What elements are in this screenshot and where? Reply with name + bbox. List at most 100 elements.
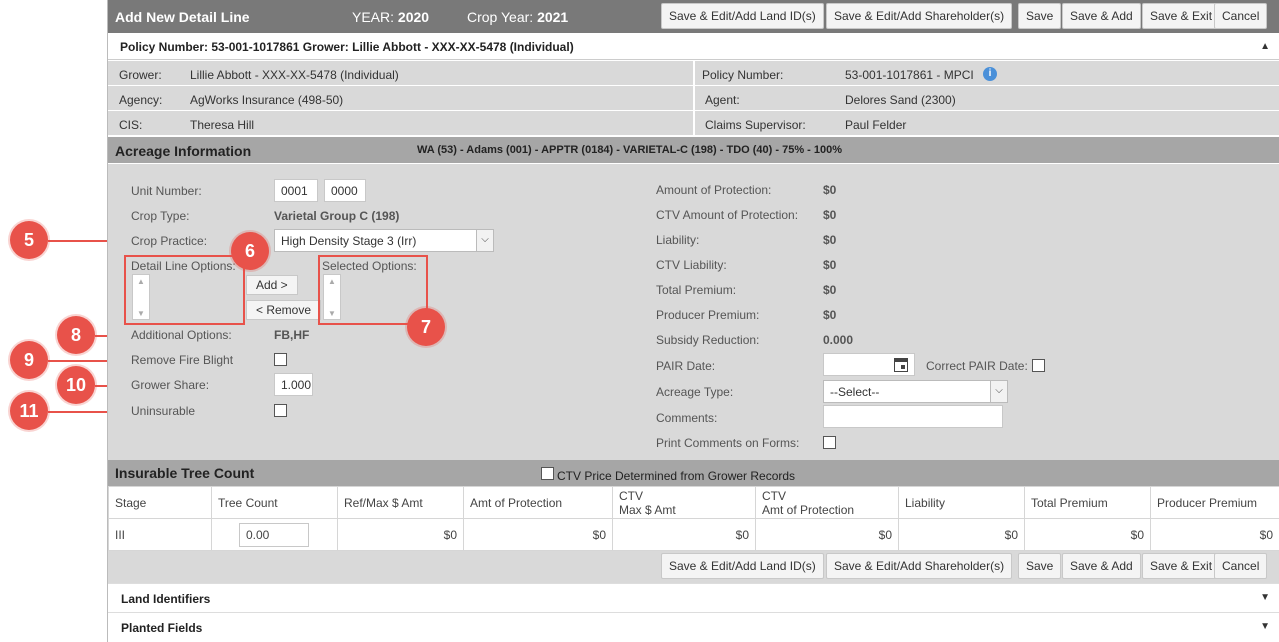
cancel-button[interactable]: Cancel [1214,3,1268,29]
cell-ref-max: $0 [337,518,464,551]
ctv-amount-label: CTV Amount of Protection: [656,208,799,222]
cell-liability: $0 [898,518,1025,551]
cis-label: CIS: [119,118,143,132]
acreage-type-label: Acreage Type: [656,385,734,399]
save-edit-shareholder-button[interactable]: Save & Edit/Add Shareholder(s) [826,3,1013,29]
callout-5: 5 [10,221,48,259]
tree-count-input[interactable]: 0.00 [239,522,309,547]
tree-count-table: Stage Tree Count Ref/Max $ Amt Amt of Pr… [108,486,1279,551]
ctv-liability-value: $0 [823,258,837,272]
cis-value: Theresa Hill [190,118,255,132]
crop-practice-label: Crop Practice: [131,234,208,248]
unit-number-input-1[interactable]: 0001 [274,179,318,202]
save-edit-shareholder-button-bottom[interactable]: Save & Edit/Add Shareholder(s) [826,553,1013,579]
amount-of-protection-label: Amount of Protection: [656,183,772,197]
tree-count-heading: Insurable Tree Count [115,465,255,481]
cell-ctv-amt: $0 [755,518,899,551]
comments-input[interactable] [823,405,1003,428]
subsidy-reduction-value: 0.000 [823,333,854,347]
correct-pair-date-checkbox[interactable] [1032,359,1045,372]
save-add-button-bottom[interactable]: Save & Add [1062,553,1141,579]
cell-producer-premium: $0 [1150,518,1279,551]
info-icon[interactable]: i [983,67,997,81]
total-premium-label: Total Premium: [656,283,737,297]
claims-supervisor-label: Claims Supervisor: [705,118,806,132]
remove-option-button[interactable]: < Remove [246,300,322,320]
agency-value: AgWorks Insurance (498-50) [190,93,344,107]
title-bar: Add New Detail Line YEAR: 2020 Crop Year… [108,0,1279,33]
agent-label: Agent: [705,93,740,107]
pair-date-label: PAIR Date: [656,359,716,373]
grower-share-input[interactable]: 1.000 [274,373,313,396]
cell-total-premium: $0 [1024,518,1151,551]
uninsurable-checkbox[interactable] [274,404,287,417]
policy-bar[interactable]: Policy Number: 53-001-1017861 Grower: Li… [108,33,1279,60]
col-ctv-amt: CTV Amt of Protection [755,486,899,519]
save-add-button[interactable]: Save & Add [1062,3,1141,29]
agency-label: Agency: [119,93,163,107]
cell-tree-count: 0.00 [211,518,338,551]
crop-type-label: Crop Type: [131,209,190,223]
print-comments-checkbox[interactable] [823,436,836,449]
calendar-icon[interactable] [894,358,908,372]
save-exit-button-bottom[interactable]: Save & Exit [1142,553,1221,579]
chevron-down-icon[interactable]: ⌵ [990,381,1007,402]
cell-ctv-max: $0 [612,518,756,551]
col-liability: Liability [898,486,1025,519]
callout-11: 11 [10,392,48,430]
land-identifiers-section[interactable]: Land Identifiers ▼ [108,583,1279,612]
acreage-type-selected: --Select-- [830,385,880,399]
policy-summary: Policy Number: 53-001-1017861 Grower: Li… [120,40,574,54]
print-comments-label: Print Comments on Forms: [656,436,800,450]
tree-count-header: Insurable Tree Count CTV Price Determine… [108,460,1279,486]
policy-number-label: Policy Number: [702,68,784,82]
unit-number-input-2[interactable]: 0000 [324,179,366,202]
save-exit-button[interactable]: Save & Exit [1142,3,1221,29]
uninsurable-label: Uninsurable [131,404,196,418]
collapse-up-icon[interactable]: ▲ [1260,41,1270,52]
cell-stage: III [108,518,212,551]
callout-10: 10 [57,366,95,404]
total-premium-value: $0 [823,283,837,297]
col-stage: Stage [108,486,212,519]
add-option-button[interactable]: Add > [246,275,298,295]
additional-options-label: Additional Options: [131,328,232,342]
year-label: YEAR: 2020 [352,9,430,25]
table-row: III 0.00 $0 $0 $0 $0 $0 $0 $0 [108,518,1279,551]
save-button-bottom[interactable]: Save [1018,553,1062,579]
planted-fields-heading: Planted Fields [121,621,203,635]
col-ref-max: Ref/Max $ Amt [337,486,464,519]
ctv-liability-label: CTV Liability: [656,258,727,272]
ctv-price-checkbox[interactable] [541,467,554,480]
unit-number-label: Unit Number: [131,184,202,198]
expand-down-icon[interactable]: ▼ [1260,621,1270,632]
expand-down-icon[interactable]: ▼ [1260,592,1270,603]
col-tree-count: Tree Count [211,486,338,519]
col-ctv-max: CTV Max $ Amt [612,486,756,519]
chevron-down-icon[interactable]: ⌵ [476,230,493,251]
producer-premium-label: Producer Premium: [656,308,760,322]
year-value: 2020 [397,9,430,25]
land-identifiers-heading: Land Identifiers [121,592,211,606]
crop-practice-select[interactable]: High Density Stage 3 (Irr) ⌵ [274,229,494,252]
cancel-button-bottom[interactable]: Cancel [1214,553,1268,579]
detail-line-window: Add New Detail Line YEAR: 2020 Crop Year… [107,0,1279,642]
crop-year-value: 2021 [537,9,569,25]
planted-fields-section[interactable]: Planted Fields ▼ [108,612,1279,641]
acreage-type-select[interactable]: --Select-- ⌵ [823,380,1008,403]
ctv-price-label: CTV Price Determined from Grower Records [557,469,796,483]
ctv-amount-value: $0 [823,208,837,222]
callout-9: 9 [10,341,48,379]
save-edit-land-id-button-bottom[interactable]: Save & Edit/Add Land ID(s) [661,553,824,579]
policy-number-value: 53-001-1017861 - MPCI [845,68,974,82]
save-button[interactable]: Save [1018,3,1062,29]
liability-label: Liability: [656,233,700,247]
producer-premium-value: $0 [823,308,837,322]
remove-fire-blight-checkbox[interactable] [274,353,287,366]
correct-pair-date-label: Correct PAIR Date: [926,359,1028,373]
additional-options-value: FB,HF [274,328,310,342]
agent-value: Delores Sand (2300) [845,93,956,107]
col-total-premium: Total Premium [1024,486,1151,519]
save-edit-land-id-button[interactable]: Save & Edit/Add Land ID(s) [661,3,824,29]
callout-8: 8 [57,316,95,354]
